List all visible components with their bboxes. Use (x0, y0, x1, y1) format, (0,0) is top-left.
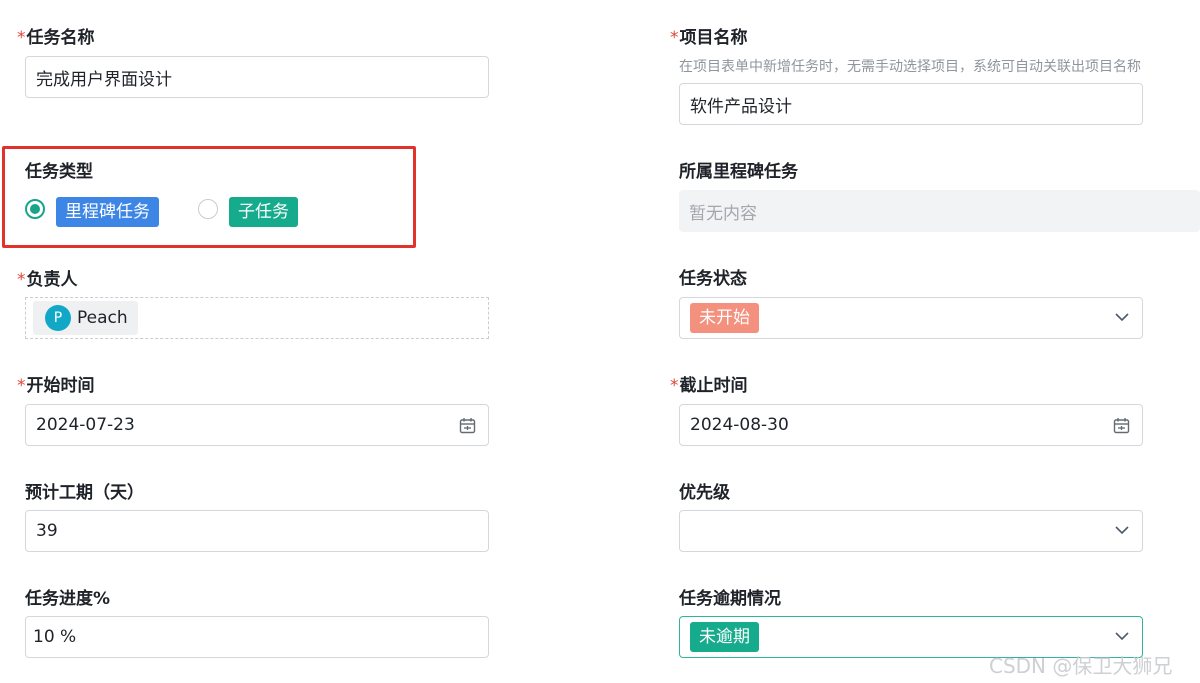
chevron-down-icon[interactable] (1115, 631, 1129, 641)
progress-input[interactable]: 10 % (25, 616, 489, 658)
watermark: CSDN @保卫大狮兄 (989, 654, 1173, 678)
chevron-down-icon[interactable] (1115, 312, 1129, 322)
start-time-label: *开始时间 (17, 376, 95, 396)
priority-select[interactable] (679, 510, 1143, 552)
task-name-input[interactable]: 完成用户界面设计 (25, 56, 489, 98)
start-date-input[interactable]: 2024-07-23 (25, 404, 489, 446)
overdue-tag: 未逾期 (690, 622, 759, 652)
deadline-label: *截止时间 (670, 376, 748, 396)
project-name-label: *项目名称 (670, 28, 748, 48)
project-name-input[interactable]: 软件产品设计 (679, 83, 1143, 125)
status-label: 任务状态 (679, 269, 747, 289)
duration-input[interactable]: 39 (25, 510, 489, 552)
progress-label: 任务进度% (25, 589, 111, 609)
radio-milestone[interactable] (25, 199, 45, 219)
milestone-field: 暂无内容 (679, 190, 1200, 232)
status-select[interactable]: 未开始 (679, 297, 1143, 339)
owner-label: *负责人 (17, 270, 78, 290)
task-type-label: 任务类型 (25, 162, 93, 182)
user-chip[interactable]: P Peach (33, 301, 138, 335)
calendar-icon[interactable] (459, 417, 476, 434)
project-name-hint: 在项目表单中新增任务时，无需手动选择项目，系统可自动关联出项目名称 (679, 59, 1141, 75)
user-name: Peach (77, 308, 128, 328)
milestone-label: 所属里程碑任务 (679, 162, 798, 182)
option-milestone-tag[interactable]: 里程碑任务 (56, 197, 159, 227)
avatar: P (45, 305, 71, 331)
overdue-label: 任务逾期情况 (679, 589, 781, 609)
duration-label: 预计工期（天） (25, 483, 144, 503)
deadline-input[interactable]: 2024-08-30 (679, 404, 1143, 446)
owner-field[interactable]: P Peach (25, 297, 489, 339)
task-name-label: *任务名称 (17, 28, 95, 48)
option-subtask-tag[interactable]: 子任务 (229, 197, 298, 227)
status-tag: 未开始 (690, 303, 759, 333)
chevron-down-icon[interactable] (1115, 525, 1129, 535)
radio-subtask[interactable] (198, 199, 218, 219)
priority-label: 优先级 (679, 483, 730, 503)
calendar-icon[interactable] (1113, 417, 1130, 434)
